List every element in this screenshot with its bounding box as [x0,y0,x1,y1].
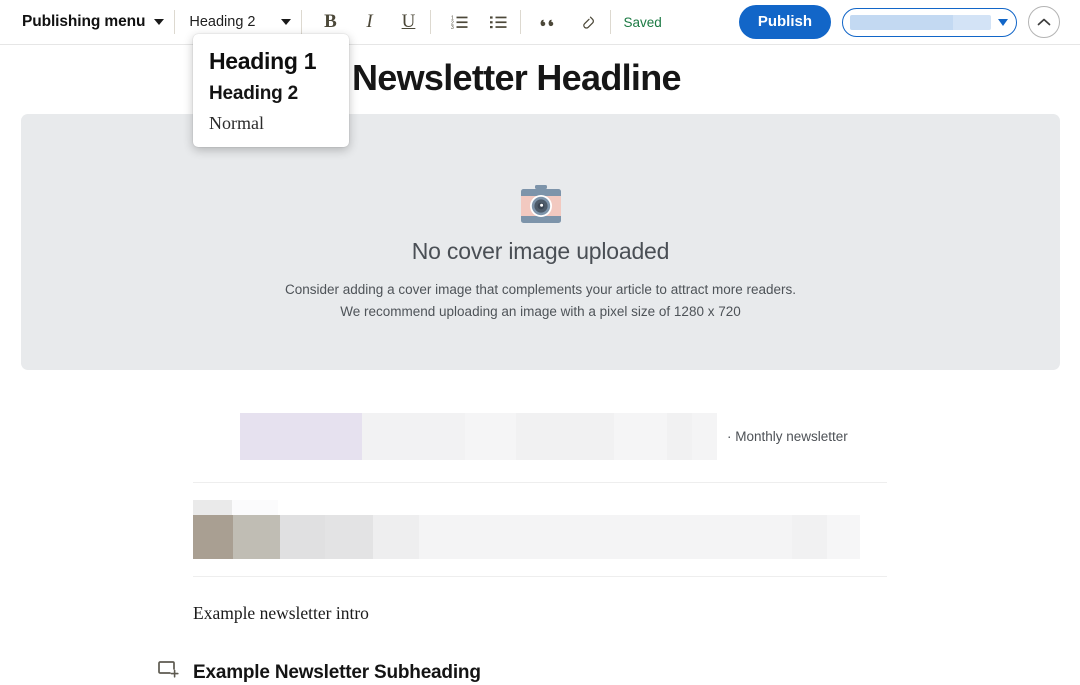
image-skeleton-top-row [193,500,1080,515]
cover-placeholder-description: Consider adding a cover image that compl… [285,279,796,323]
cover-description-line-1: Consider adding a cover image that compl… [285,282,796,297]
toolbar-divider [430,10,432,34]
bulleted-list-icon [489,16,507,29]
numbered-list-button[interactable]: 1 2 3 [447,10,471,34]
skeleton-segment [614,412,667,460]
heading-option-heading-1[interactable]: Heading 1 [193,44,349,79]
heading-style-value: Heading 2 [189,14,256,30]
insert-group [537,7,600,37]
skeleton-segment [233,515,280,559]
skeleton-segment [280,515,325,559]
skeleton-segment [362,412,465,460]
link-icon [583,16,594,29]
article-headline[interactable]: Newsletter Headline [352,57,682,99]
publishing-menu-label: Publishing menu [22,13,146,30]
skeleton-segment [325,515,373,559]
text-format-group: B I U [318,10,420,34]
skeleton-segment [373,515,419,559]
paragraph-block[interactable]: Example newsletter intro [193,603,1080,624]
list-format-group: 1 2 3 [447,10,510,34]
editor-body: · Monthly newsletter Example newsletter … [0,370,1080,685]
toolbar-divider [610,10,612,34]
cover-image-placeholder[interactable]: No cover image uploaded Consider adding … [21,114,1060,370]
italic-button[interactable]: I [357,10,381,34]
embed-caption: · Monthly newsletter [727,428,848,444]
skeleton-segment [465,412,516,460]
heading-style-select[interactable]: Heading 2 [189,14,292,30]
insert-block-icon[interactable] [158,660,179,685]
cover-placeholder-title: No cover image uploaded [411,238,670,264]
block-divider [193,576,887,577]
chevron-down-icon [281,19,292,25]
toolbar-right-group: Publish [738,5,1060,39]
bulleted-list-button[interactable] [486,10,510,34]
subheading-text: Example Newsletter Subheading [193,661,481,683]
skeleton-segment [792,515,827,559]
heading-option-normal[interactable]: Normal [193,109,349,138]
image-skeleton-row [193,515,1080,559]
skeleton-segment [193,500,232,515]
svg-text:3: 3 [451,25,454,29]
chevron-down-icon [154,19,165,25]
publication-select[interactable] [842,7,1017,37]
embed-skeleton-row: · Monthly newsletter [193,412,1080,460]
link-button[interactable] [576,10,600,34]
skeleton-segment [240,412,362,460]
skeleton-segment [232,500,278,515]
underline-button[interactable]: U [396,10,420,34]
heading-option-heading-2[interactable]: Heading 2 [193,79,349,109]
publishing-menu-button[interactable]: Publishing menu [22,13,165,31]
camera-icon [517,185,565,227]
skeleton-segment [827,515,860,559]
editor-toolbar: Publishing menu Heading 2 B I U 1 2 3 Sa… [0,0,1080,45]
toolbar-divider [301,10,303,34]
skeleton-segment [667,412,692,460]
bold-button[interactable]: B [318,10,342,34]
subheading-block[interactable]: Example Newsletter Subheading [158,660,1080,685]
embed-block[interactable]: · Monthly newsletter [0,370,1080,460]
quote-icon [541,19,554,27]
skeleton-segment [193,515,233,559]
skeleton-segment [692,412,717,460]
chevron-up-icon [1037,18,1051,25]
save-status: Saved [623,14,662,30]
toolbar-divider [520,10,522,34]
publish-button[interactable]: Publish [738,5,831,39]
publication-loading-skeleton [850,14,991,30]
cover-description-line-2: We recommend uploading an image with a p… [340,303,741,319]
chevron-down-icon [998,18,1008,26]
image-block[interactable] [0,483,1080,559]
skeleton-segment [419,515,792,559]
plant-thumbnail [193,413,240,460]
collapse-toolbar-button[interactable] [1028,6,1060,38]
heading-style-dropdown-menu: Heading 1 Heading 2 Normal [193,34,349,147]
numbered-list-icon: 1 2 3 [451,16,468,29]
skeleton-segment [516,412,614,460]
blockquote-button[interactable] [537,7,561,37]
toolbar-divider [174,10,176,34]
